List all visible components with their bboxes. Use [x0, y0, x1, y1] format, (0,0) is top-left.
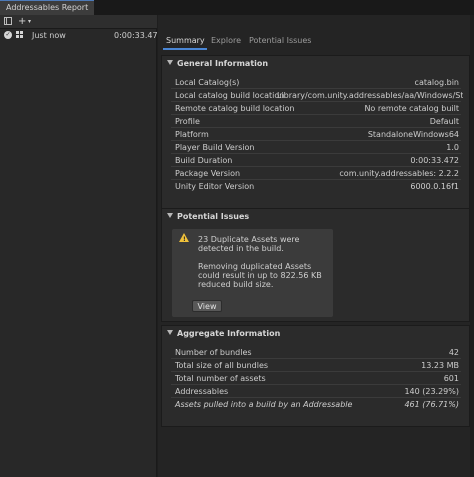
chevron-down-icon[interactable]	[167, 330, 173, 335]
info-row: Profile Default	[171, 115, 461, 128]
active-tab-indicator	[163, 48, 207, 50]
info-value: 0:00:33.472	[410, 156, 459, 165]
report-toolbar: + ▾	[0, 15, 157, 29]
section-title: Potential Issues	[177, 212, 250, 221]
info-label: Build Duration	[175, 156, 233, 165]
window-tab[interactable]: Addressables Report	[0, 0, 94, 15]
info-row: Local catalog build location Library/com…	[171, 89, 463, 102]
info-label: Profile	[175, 117, 200, 126]
report-detail-panel: Summary Explore Potential Issues General…	[158, 15, 474, 477]
scrollbar-track[interactable]	[470, 15, 474, 477]
add-report-button[interactable]: +	[18, 15, 26, 28]
chevron-down-icon[interactable]: ▾	[28, 16, 31, 28]
info-row: Player Build Version 1.0	[171, 141, 461, 154]
issue-summary: 23 Duplicate Assets were detected in the…	[198, 235, 300, 253]
info-value: Default	[429, 117, 459, 126]
info-row: Build Duration 0:00:33.472	[171, 154, 461, 167]
info-row: Assets pulled into a build by an Address…	[171, 398, 461, 411]
info-row: Addressables 140 (23.29%)	[171, 385, 461, 398]
info-label: Platform	[175, 130, 209, 139]
section-title: General Information	[177, 59, 269, 68]
info-value: 140 (23.29%)	[404, 387, 459, 396]
info-value: 461 (76.71%)	[404, 400, 459, 409]
info-label: Assets pulled into a build by an Address…	[175, 400, 353, 409]
chevron-down-icon[interactable]	[167, 213, 173, 218]
info-row: Package Version com.unity.addressables: …	[171, 167, 461, 180]
section-header[interactable]: General Information	[162, 56, 469, 71]
info-value: Library/com.unity.addressables/aa/Window…	[277, 91, 463, 100]
section-header[interactable]: Potential Issues	[162, 209, 469, 224]
report-list-panel: + ▾ ✓ Just now 0:00:33.472	[0, 15, 163, 477]
windows-icon	[16, 31, 24, 39]
info-label: Remote catalog build location	[175, 104, 295, 113]
info-row: Local Catalog(s) catalog.bin	[171, 76, 461, 89]
info-label: Total size of all bundles	[175, 361, 269, 370]
section-title: Aggregate Information	[177, 329, 281, 338]
warning-mark: !	[183, 236, 186, 243]
info-label: Unity Editor Version	[175, 182, 255, 191]
info-label: Addressables	[175, 387, 229, 396]
aggregate-information-section: Aggregate Information Number of bundles …	[161, 325, 470, 427]
info-label: Total number of assets	[175, 374, 266, 383]
info-value: 6000.0.16f1	[410, 182, 459, 191]
tab-potential-issues[interactable]: Potential Issues	[249, 36, 311, 45]
info-row: Total size of all bundles 13.23 MB	[171, 359, 461, 372]
info-label: Player Build Version	[175, 143, 255, 152]
info-value: catalog.bin	[414, 78, 459, 87]
info-value: com.unity.addressables: 2.2.2	[339, 169, 459, 178]
report-duration: 0:00:33.472	[114, 31, 163, 40]
tab-summary[interactable]: Summary	[166, 36, 205, 45]
info-row: Unity Editor Version 6000.0.16f1	[171, 180, 461, 193]
section-header[interactable]: Aggregate Information	[162, 326, 469, 341]
info-row: Number of bundles 42	[171, 346, 461, 359]
info-value: 1.0	[446, 143, 459, 152]
info-label: Number of bundles	[175, 348, 252, 357]
sidebar-toggle-icon[interactable]	[4, 17, 12, 25]
info-value: 13.23 MB	[421, 361, 459, 370]
potential-issues-section: Potential Issues ! 23 Duplicate Assets w…	[161, 208, 470, 322]
info-row: Platform StandaloneWindows64	[171, 128, 461, 141]
info-row: Remote catalog build location No remote …	[171, 102, 461, 115]
info-value: StandaloneWindows64	[367, 130, 459, 139]
tab-bar: Summary Explore Potential Issues	[158, 33, 474, 49]
chevron-down-icon[interactable]	[167, 60, 173, 65]
info-label: Local Catalog(s)	[175, 78, 240, 87]
duplicate-assets-card: ! 23 Duplicate Assets were detected in t…	[172, 229, 333, 317]
info-label: Local catalog build location	[175, 91, 285, 100]
info-label: Package Version	[175, 169, 241, 178]
issue-detail: Removing duplicated Assets could result …	[198, 262, 322, 289]
general-information-section: General Information Local Catalog(s) cat…	[161, 55, 470, 212]
window-title: Addressables Report	[6, 3, 89, 12]
check-icon: ✓	[4, 31, 12, 39]
view-button[interactable]: View	[192, 300, 222, 312]
tab-explore[interactable]: Explore	[211, 36, 241, 45]
info-value: 42	[448, 348, 459, 357]
info-row: Total number of assets 601	[171, 372, 461, 385]
report-time-label: Just now	[32, 31, 66, 40]
info-value: 601	[443, 374, 459, 383]
info-value: No remote catalog built	[364, 104, 459, 113]
